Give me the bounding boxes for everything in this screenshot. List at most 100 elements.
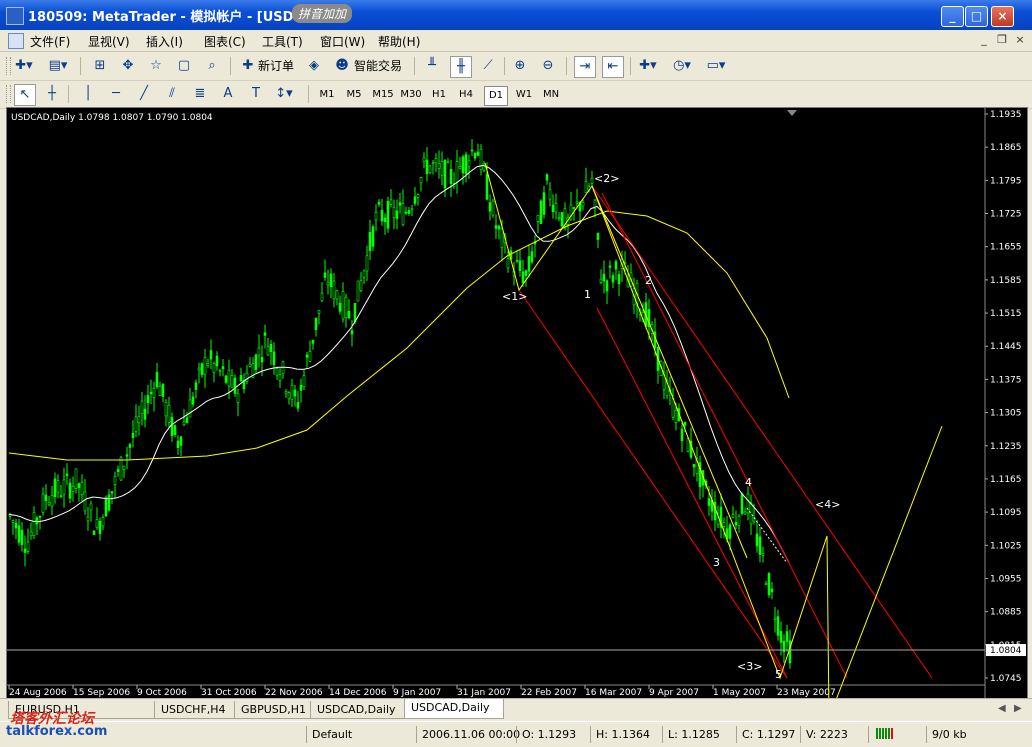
candle-body [377, 201, 381, 205]
tab-scroll-left-icon[interactable]: ◀ [998, 703, 1006, 714]
timeframe-h1[interactable]: H1 [428, 86, 450, 104]
menu-help[interactable]: 帮助(H) [378, 33, 420, 50]
toolbar-grip[interactable] [6, 85, 11, 103]
horizontal-line-icon[interactable]: ─ [106, 84, 126, 104]
timeframe-m30[interactable]: M30 [398, 86, 424, 104]
minimize-button[interactable]: _ [941, 6, 964, 27]
candle-body [140, 400, 144, 414]
toolbar-grip[interactable] [6, 57, 11, 75]
candle-body [290, 385, 294, 401]
menu-insert[interactable]: 插入(I) [146, 33, 183, 50]
candle-body [737, 515, 741, 526]
crosshair-icon[interactable]: ┼ [42, 84, 62, 104]
trendline-icon[interactable]: ╱ [134, 84, 154, 104]
candlestick-icon[interactable]: ╫ [450, 56, 472, 78]
chart-shift-icon[interactable]: ⇤ [602, 56, 624, 78]
maximize-button[interactable]: □ [965, 6, 988, 27]
candle-body [389, 199, 393, 205]
cursor-icon[interactable]: ↖ [14, 84, 36, 106]
timeframe-h4[interactable]: H4 [455, 86, 477, 104]
bar-chart-icon[interactable]: ╨ [422, 56, 442, 76]
candle-body [347, 310, 351, 319]
candle-body [74, 468, 78, 489]
candle-body [329, 273, 333, 288]
new-chart-icon[interactable]: ✚▾ [14, 56, 34, 76]
candle-body [29, 531, 33, 537]
fibonacci-icon[interactable]: ≣ [190, 84, 210, 104]
vertical-line-icon[interactable]: │ [78, 84, 98, 104]
text-icon[interactable]: A [218, 84, 238, 104]
candle-body [470, 149, 474, 152]
candle-body [68, 482, 72, 499]
candle-body [401, 203, 405, 226]
market-watch-icon[interactable]: ⊞ [90, 56, 110, 76]
price-label: 1.1515 [990, 309, 1022, 319]
data-window-icon[interactable]: ☆ [146, 56, 166, 76]
terminal-icon[interactable]: ▢ [174, 56, 194, 76]
tab-usdcad-daily-active[interactable]: USDCAD,Daily [404, 699, 504, 719]
price-label: 1.1655 [990, 243, 1022, 253]
periods-icon[interactable]: ◷▾ [672, 56, 692, 76]
navigator-icon[interactable]: ✥ [118, 56, 138, 76]
timeframe-m1[interactable]: M1 [316, 86, 338, 104]
zoom-in-icon[interactable]: ⊕ [510, 56, 530, 76]
new-order-icon[interactable]: ✚ [238, 56, 258, 76]
price-label: 1.1795 [990, 176, 1022, 186]
strategy-tester-icon[interactable]: ⌕ [202, 56, 222, 76]
mdi-close-button[interactable]: × [1012, 33, 1028, 47]
candle-body [605, 280, 609, 292]
mdi-minimize-button[interactable]: _ [976, 33, 992, 47]
profiles-icon[interactable]: ▤▾ [48, 56, 68, 76]
candle-body [170, 417, 174, 437]
candle-body [467, 160, 471, 167]
candle-body [11, 520, 15, 523]
new-order-button[interactable]: 新订单 [258, 56, 294, 76]
indicators-icon[interactable]: ✚▾ [638, 56, 658, 76]
candle-body [392, 207, 396, 218]
candle-body [32, 512, 36, 537]
metatrader-app-icon[interactable] [6, 7, 24, 25]
ma-fast-line [8, 164, 790, 564]
menu-charts[interactable]: 图表(C) [204, 33, 246, 50]
auto-scroll-icon[interactable]: ⇥ [574, 56, 596, 78]
timeframe-m15[interactable]: M15 [370, 86, 396, 104]
templates-icon[interactable]: ▭▾ [706, 56, 726, 76]
candle-body [338, 302, 342, 312]
wave-label: 5 [775, 668, 782, 681]
timeframe-w1[interactable]: W1 [513, 86, 535, 104]
price-chart[interactable]: 1.1935 1.1865 1.1795 1.1725 1.1655 1.1585 1.15… [6, 107, 1028, 700]
metaeditor-icon[interactable]: ◈ [304, 56, 324, 76]
expert-advisor-icon[interactable]: ☻ [332, 56, 352, 76]
toolbar-separator [68, 85, 69, 103]
candle-body [200, 363, 204, 376]
menu-tools[interactable]: 工具(T) [262, 33, 303, 50]
tab-usdchf-h4[interactable]: USDCHF,H4 [154, 701, 238, 719]
line-chart-icon[interactable]: ⟋ [478, 56, 498, 76]
expert-trading-button[interactable]: 智能交易 [354, 56, 402, 76]
candle-body [686, 438, 690, 452]
mdi-restore-button[interactable]: ❐ [994, 33, 1010, 47]
candle-body [770, 588, 774, 593]
menu-file[interactable]: 文件(F) [30, 33, 70, 50]
candle-body [527, 256, 531, 272]
menu-view[interactable]: 显视(V) [88, 33, 130, 50]
candle-body [557, 217, 561, 219]
candle-body [38, 516, 42, 518]
timeframe-m5[interactable]: M5 [343, 86, 365, 104]
timeframe-d1[interactable]: D1 [484, 86, 508, 106]
candle-body [749, 502, 753, 525]
text-label-icon[interactable]: T [246, 84, 266, 104]
tab-usdcad-daily[interactable]: USDCAD,Daily [310, 701, 408, 719]
equidistant-channel-icon[interactable]: ⫽ [162, 84, 182, 104]
arrows-icon[interactable]: ↕▾ [274, 84, 294, 104]
date-label: 9 Jan 2007 [393, 688, 441, 698]
chart-document-icon[interactable] [8, 33, 24, 49]
tab-gbpusd-h1[interactable]: GBPUSD,H1 [234, 701, 314, 719]
toolbar-separator [80, 57, 81, 75]
timeframe-mn[interactable]: MN [540, 86, 562, 104]
menu-window[interactable]: 窗口(W) [320, 33, 365, 50]
tab-scroll-right-icon[interactable]: ▶ [1014, 703, 1022, 714]
chart-canvas[interactable]: 1.1935 1.1865 1.1795 1.1725 1.1655 1.1585 1.15… [7, 108, 1027, 699]
close-button[interactable]: × [991, 6, 1014, 27]
zoom-out-icon[interactable]: ⊖ [538, 56, 558, 76]
